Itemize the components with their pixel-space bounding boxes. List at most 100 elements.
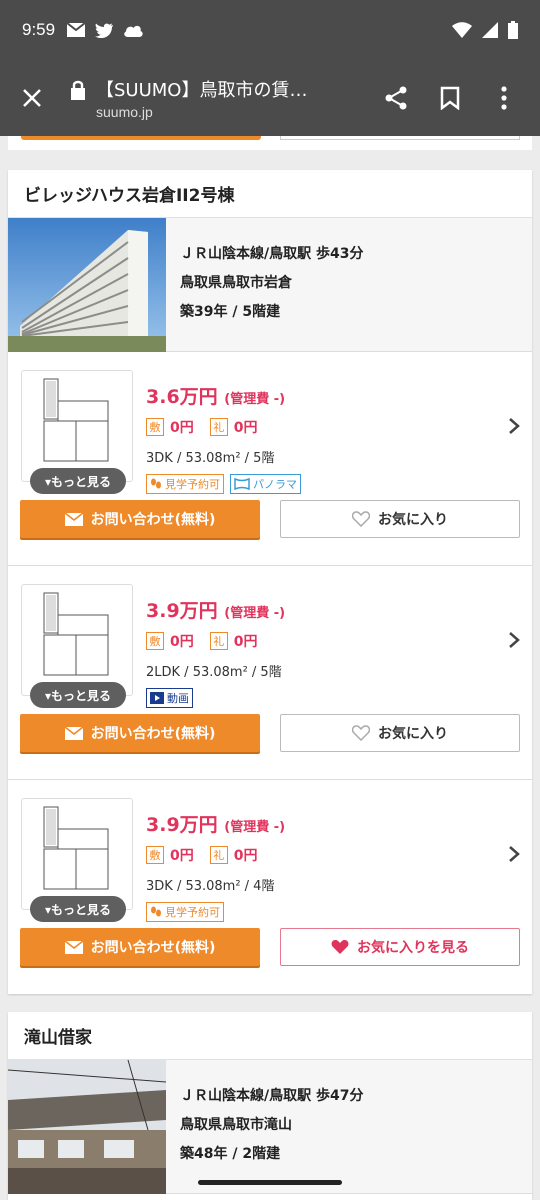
- listing-summary[interactable]: ＪＲ山陰本線/鳥取駅 歩47分 鳥取県鳥取市滝山 築48年 / 2階建: [8, 1060, 532, 1194]
- twitter-icon: [95, 23, 114, 38]
- wifi-icon: [452, 22, 472, 38]
- lock-icon: [71, 80, 85, 100]
- favorite-button[interactable]: お気に入り: [280, 500, 520, 538]
- footprint-icon: [151, 906, 161, 917]
- rent-value: 3.9万円: [146, 600, 218, 622]
- gesture-nav-bar[interactable]: [198, 1180, 342, 1185]
- mail-icon: [64, 512, 83, 526]
- unit-row[interactable]: ▾もっと見る 3.9万円 (管理費 -) 敷 0円 礼 0円 2LDK / 53.0…: [8, 566, 532, 780]
- management-fee: (管理費 -): [224, 392, 286, 407]
- cloud-icon: [124, 25, 143, 37]
- listing-card: ビレッジハウス岩倉II2号棟 ＪＲ山陰本線/鳥取駅 歩43分 鳥取県鳥取市岩倉 …: [8, 170, 532, 994]
- key-money-value: 0円: [233, 848, 258, 864]
- listing-age: 築39年 / 5階建: [180, 304, 281, 320]
- key-money-value: 0円: [233, 420, 258, 436]
- panorama-badge-label: パノラマ: [253, 478, 297, 491]
- visit-badge-label: 見学予約可: [165, 906, 220, 919]
- visit-badge: 見学予約可: [146, 474, 224, 494]
- listing-age: 築48年 / 2階建: [180, 1146, 281, 1162]
- heart-outline-icon: [352, 725, 370, 741]
- deposit-value: 0円: [170, 848, 194, 864]
- floorplan-image[interactable]: [21, 584, 133, 696]
- more-button[interactable]: ▾もっと見る: [30, 682, 126, 708]
- footprint-icon: [151, 478, 161, 489]
- unit-spec: 3DK / 53.08m² / 4階: [146, 879, 275, 894]
- unit-row[interactable]: ▾もっと見る 3.6万円 (管理費 -) 敷 0円 礼 0円 3DK / 53.08…: [8, 352, 532, 566]
- heart-outline-icon: [352, 511, 370, 527]
- unit-row[interactable]: ▾もっと見る 3.9万円 (管理費 -) 敷 0円 礼 0円 3DK / 53.08…: [8, 780, 532, 994]
- listing-address: 鳥取県鳥取市滝山: [180, 1117, 292, 1133]
- rent-value: 3.9万円: [146, 814, 218, 836]
- mail-icon: [64, 726, 83, 740]
- status-bar: 9:59: [0, 0, 540, 60]
- view-favorites-label: お気に入りを見る: [357, 940, 469, 956]
- unit-spec: 2LDK / 53.08m² / 5階: [146, 665, 282, 680]
- previous-card-tail: [8, 136, 532, 150]
- inquiry-label: お問い合わせ(無料): [90, 940, 216, 956]
- panorama-icon: [234, 478, 250, 490]
- page-titles[interactable]: 【SUUMO】鳥取市の賃… suumo.jp: [96, 76, 362, 120]
- rent-value: 3.6万円: [146, 386, 218, 408]
- previous-inquiry-button[interactable]: [21, 136, 261, 140]
- browser-chrome: 9:59 【SUUMO】鳥取市の賃… suumo.jp: [0, 0, 540, 136]
- video-badge: 動画: [146, 688, 193, 708]
- deposit-value: 0円: [170, 420, 194, 436]
- house-photo[interactable]: [8, 1060, 166, 1194]
- favorite-button[interactable]: お気に入り: [280, 714, 520, 752]
- rent-price: 3.9万円 (管理費 -): [146, 596, 285, 623]
- url-bar: 【SUUMO】鳥取市の賃… suumo.jp: [0, 60, 540, 136]
- close-icon[interactable]: [16, 82, 48, 114]
- heart-filled-icon: [331, 939, 349, 954]
- inquiry-button[interactable]: お問い合わせ(無料): [20, 928, 260, 966]
- favorite-label: お気に入り: [378, 512, 448, 528]
- battery-icon: [508, 21, 518, 39]
- listing-access: ＪＲ山陰本線/鳥取駅 歩47分: [180, 1088, 364, 1104]
- key-money-value: 0円: [233, 634, 258, 650]
- listing-address: 鳥取県鳥取市岩倉: [180, 275, 292, 291]
- deposit-label: 敷: [146, 632, 164, 650]
- more-button[interactable]: ▾もっと見る: [30, 896, 126, 922]
- bookmark-icon[interactable]: [430, 78, 470, 118]
- rent-price: 3.6万円 (管理費 -): [146, 382, 301, 409]
- deposit-value: 0円: [170, 634, 194, 650]
- previous-favorite-button[interactable]: [280, 136, 520, 140]
- chevron-right-icon[interactable]: [504, 630, 524, 650]
- favorite-label: お気に入り: [378, 726, 448, 742]
- management-fee: (管理費 -): [224, 606, 286, 621]
- inquiry-label: お問い合わせ(無料): [90, 512, 216, 528]
- unit-spec: 3DK / 53.08m² / 5階: [146, 451, 275, 466]
- floorplan-image[interactable]: [21, 370, 133, 482]
- rent-price: 3.9万円 (管理費 -): [146, 810, 285, 837]
- more-vert-icon[interactable]: [484, 78, 524, 118]
- listing-card: 滝山借家 ＪＲ山陰本線/鳥取駅 歩47分 鳥取県鳥取市滝山 築48年 / 2階建: [8, 1012, 532, 1200]
- status-time: 9:59: [22, 20, 56, 39]
- listing-access: ＪＲ山陰本線/鳥取駅 歩43分: [180, 246, 364, 262]
- more-button[interactable]: ▾もっと見る: [30, 468, 126, 494]
- deposit-label: 敷: [146, 846, 164, 864]
- chevron-right-icon[interactable]: [504, 844, 524, 864]
- video-badge-label: 動画: [167, 692, 189, 705]
- listing-summary[interactable]: ＪＲ山陰本線/鳥取駅 歩43分 鳥取県鳥取市岩倉 築39年 / 5階建: [8, 218, 532, 352]
- signal-icon: [482, 22, 498, 38]
- inquiry-button[interactable]: お問い合わせ(無料): [20, 714, 260, 752]
- visit-badge: 見学予約可: [146, 902, 224, 922]
- play-icon: [150, 692, 164, 704]
- inquiry-button[interactable]: お問い合わせ(無料): [20, 500, 260, 538]
- key-money-label: 礼: [209, 418, 228, 436]
- view-favorites-button[interactable]: お気に入りを見る: [280, 928, 520, 966]
- key-money-label: 礼: [209, 632, 228, 650]
- building-photo[interactable]: [8, 218, 166, 352]
- chevron-right-icon[interactable]: [504, 416, 524, 436]
- share-icon[interactable]: [376, 78, 416, 118]
- key-money-label: 礼: [209, 846, 228, 864]
- listing-title[interactable]: ビレッジハウス岩倉II2号棟: [8, 170, 532, 218]
- inquiry-label: お問い合わせ(無料): [90, 726, 216, 742]
- visit-badge-label: 見学予約可: [165, 478, 220, 491]
- management-fee: (管理費 -): [224, 820, 286, 835]
- page-url: suumo.jp: [96, 104, 153, 120]
- deposit-label: 敷: [146, 418, 164, 436]
- page-title: 【SUUMO】鳥取市の賃…: [96, 80, 308, 101]
- panorama-badge: パノラマ: [230, 474, 301, 494]
- listing-title[interactable]: 滝山借家: [8, 1012, 532, 1060]
- floorplan-image[interactable]: [21, 798, 133, 910]
